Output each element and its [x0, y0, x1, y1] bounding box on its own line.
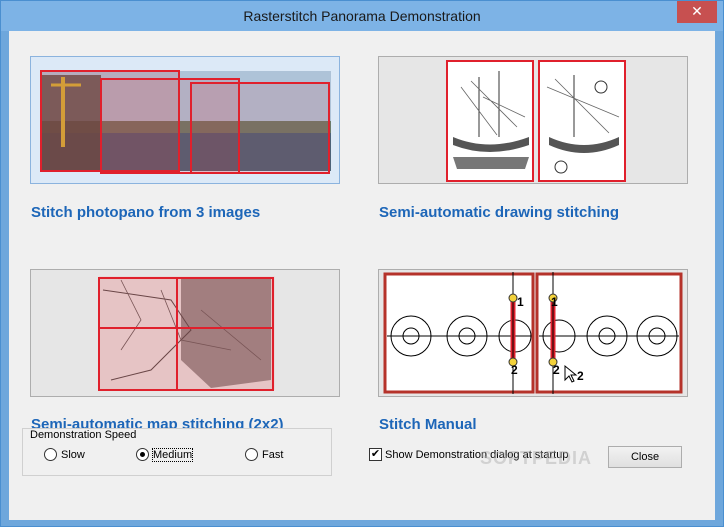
marker-label: 1 [551, 295, 558, 309]
show-at-startup-checkbox[interactable]: ✔ [369, 448, 382, 461]
speed-option-slow[interactable]: Slow [44, 448, 85, 461]
demo-link-manual[interactable]: Stitch Manual [379, 416, 477, 433]
demo-link-photopano[interactable]: Stitch photopano from 3 images [31, 204, 260, 221]
show-at-startup-option[interactable]: ✔ Show Demonstration dialog at startup [369, 448, 568, 461]
speed-legend: Demonstration Speed [28, 429, 139, 441]
radio-label: Medium [151, 447, 194, 462]
window-title: Rasterstitch Panorama Demonstration [243, 8, 481, 24]
drawing-thumbnail[interactable] [378, 56, 688, 184]
window-close-button[interactable]: ✕ [677, 1, 717, 23]
close-button[interactable]: Close [608, 446, 682, 468]
radio-label: Fast [262, 448, 284, 461]
map-preview [98, 276, 275, 391]
radio-button[interactable] [136, 448, 149, 461]
speed-option-medium[interactable]: Medium [136, 447, 194, 462]
show-at-startup-label: Show Demonstration dialog at startup [385, 448, 569, 461]
manual-thumbnail[interactable]: 1 2 1 2 2 [378, 269, 688, 397]
marker-label: 2 [577, 369, 584, 383]
map-thumbnail[interactable] [30, 269, 340, 397]
marker-label: 1 [517, 295, 524, 309]
photopano-thumbnail[interactable] [30, 56, 340, 184]
demo-link-drawing[interactable]: Semi-automatic drawing stitching [379, 204, 619, 221]
marker-label: 2 [553, 363, 560, 377]
radio-button[interactable] [44, 448, 57, 461]
drawing-preview [446, 60, 626, 182]
marker-label: 2 [511, 363, 518, 377]
radio-button[interactable] [245, 448, 258, 461]
photopano-preview [40, 70, 331, 174]
title-bar[interactable]: Rasterstitch Panorama Demonstration ✕ [1, 1, 723, 31]
manual-preview: 1 2 1 2 2 [383, 272, 683, 394]
speed-option-fast[interactable]: Fast [245, 448, 283, 461]
radio-label: Slow [61, 448, 85, 461]
